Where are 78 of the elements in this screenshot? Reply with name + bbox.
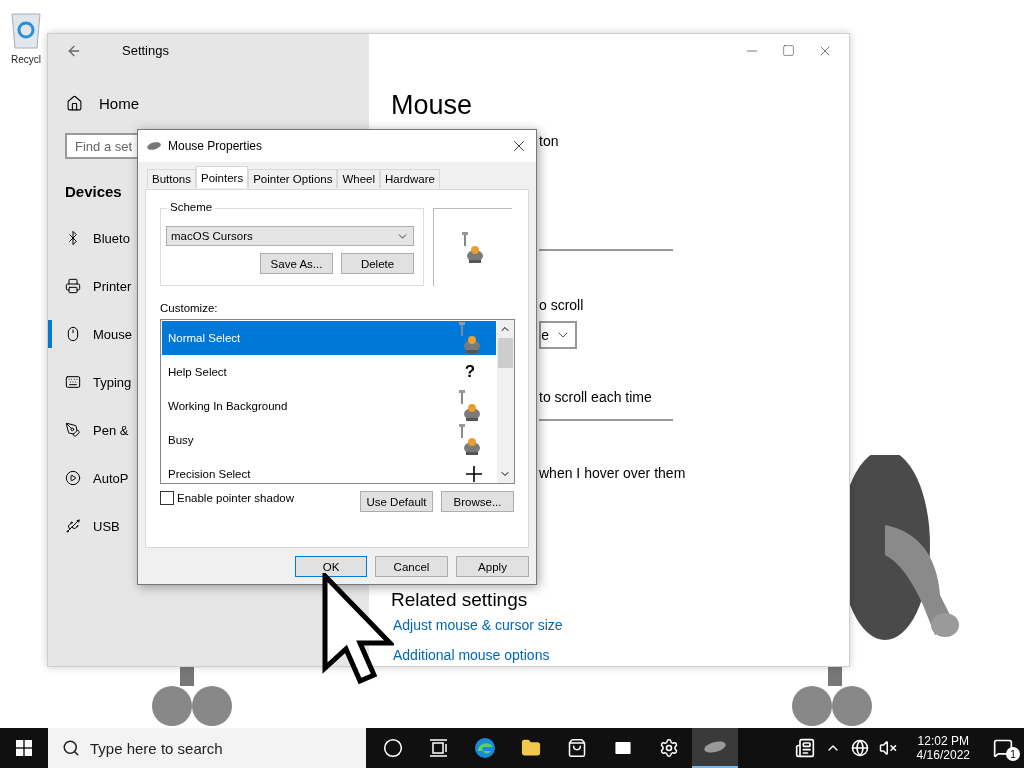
list-row[interactable]: Busy (162, 423, 496, 457)
setting-text: ton (539, 133, 560, 149)
circle-icon[interactable] (383, 738, 403, 758)
muted-speaker-icon[interactable] (878, 739, 897, 757)
taskbar-search-field[interactable]: Type here to search (48, 728, 366, 768)
settings-link[interactable]: Additional mouse options (393, 647, 550, 663)
dialog-button[interactable]: Apply (456, 556, 529, 577)
scheme-dropdown[interactable]: macOS Cursors (166, 226, 414, 246)
section-heading: Devices (65, 183, 122, 200)
dialog-button[interactable]: Use Default (360, 491, 433, 512)
tab[interactable]: Buttons (147, 169, 196, 188)
list-row[interactable]: Precision Select (162, 457, 496, 491)
dialog-title: Mouse Properties (168, 139, 264, 153)
clock[interactable]: 12:02 PM 4/16/2022 (906, 734, 980, 762)
nav-item[interactable]: Pen & (48, 416, 129, 444)
mouse-icon (146, 141, 162, 151)
nav-item[interactable]: USB (48, 512, 120, 540)
nav-item[interactable]: Typing (48, 368, 132, 396)
nav-item[interactable]: Printer (48, 272, 132, 300)
message-icon (993, 738, 1013, 758)
setting-text: to scroll each time (539, 389, 653, 405)
news-icon[interactable] (794, 738, 815, 758)
pen-icon (65, 422, 81, 438)
edge-icon[interactable] (474, 737, 496, 759)
task-view-icon[interactable] (429, 739, 449, 757)
dialog-button[interactable]: Browse... (441, 491, 514, 512)
crosshair-icon (466, 466, 482, 482)
dialog-button[interactable]: Save As... (260, 253, 333, 274)
settings-icon[interactable] (659, 738, 679, 758)
usb-icon (65, 518, 81, 534)
folder-icon[interactable] (521, 738, 541, 758)
mouse-icon[interactable] (703, 740, 727, 754)
cursor-figure-icon (461, 231, 485, 264)
setting-text: when I hover over them (539, 465, 687, 481)
desktop-icon-label[interactable]: Recycl (11, 54, 41, 65)
tab[interactable]: Hardware (380, 169, 440, 188)
shadow-checkbox[interactable]: Enable pointer shadow (160, 491, 294, 505)
search-icon (62, 739, 80, 757)
scrollbar-thumb[interactable] (498, 338, 513, 368)
cursor-figure-icon (458, 322, 482, 354)
nav-item[interactable]: AutoP (48, 464, 129, 492)
home-item[interactable]: Home (48, 67, 139, 117)
home-icon (66, 94, 83, 112)
cursor-figure-icon (458, 390, 482, 422)
scrollbar[interactable] (497, 320, 514, 483)
mouse-icon (65, 326, 81, 342)
question-cursor: ? (463, 362, 477, 382)
recycle-bin-icon[interactable] (9, 10, 43, 50)
dialog-button[interactable]: Cancel (375, 556, 448, 577)
settings-link[interactable]: Adjust mouse & cursor size (393, 617, 563, 633)
group-label: Scheme (167, 201, 216, 213)
checkbox[interactable] (160, 491, 174, 505)
tab[interactable]: Wheel (337, 169, 381, 188)
window-title: Settings (122, 43, 169, 58)
dialog-button[interactable]: Delete (341, 253, 414, 274)
maximize-icon[interactable] (782, 44, 795, 57)
section-heading: Related settings (391, 589, 528, 611)
shopping-bag-icon[interactable] (567, 738, 587, 758)
search-field[interactable]: Find a set (65, 133, 139, 159)
list-row[interactable]: Normal Select (162, 321, 496, 355)
dropdown[interactable]: e (539, 321, 577, 349)
notification-count: 1 (1006, 747, 1020, 761)
cursor-figure-icon (458, 424, 482, 456)
nav-item[interactable]: Mouse (48, 320, 133, 348)
windows-logo-icon[interactable] (16, 740, 32, 756)
dialog-button[interactable]: OK (295, 556, 367, 577)
page-heading: Mouse (390, 89, 474, 121)
tab[interactable]: Pointer Options (248, 169, 338, 188)
globe-icon[interactable] (850, 739, 869, 757)
nav-item[interactable]: Blueto (48, 224, 130, 252)
list-label: Customize: (160, 302, 219, 314)
keyboard-icon (65, 374, 81, 390)
play-icon (65, 470, 81, 486)
list-row[interactable]: Help Select ? (162, 355, 496, 389)
printer-icon (65, 278, 81, 294)
tab[interactable]: Pointers (196, 166, 249, 188)
list-row[interactable]: Working In Background (162, 389, 496, 423)
setting-text: o scroll (539, 297, 585, 313)
